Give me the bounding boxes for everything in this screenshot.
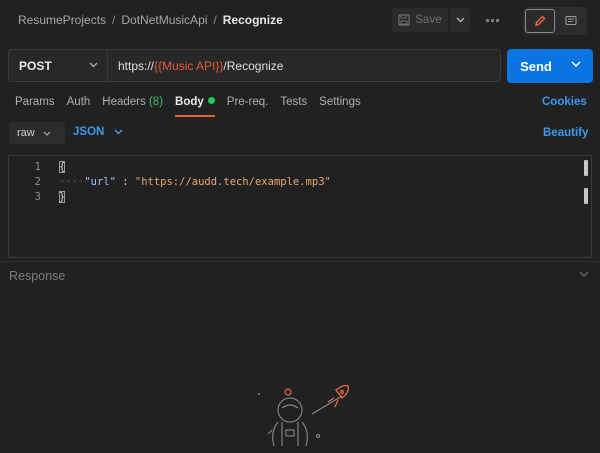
tab-label: Body [175,96,204,108]
request-title[interactable]: Recognize [223,13,283,27]
editor-line: 3 } [9,191,579,206]
line-number: 1 [34,161,41,173]
comment-icon [565,15,577,26]
url-prefix: https:// [118,58,155,73]
pencil-icon [535,15,546,26]
more-dots-icon [495,18,499,22]
breadcrumb-separator: / [213,13,217,27]
url-variable: {{Music API}} [154,58,224,73]
save-options-button[interactable] [450,8,470,32]
line-number: 3 [34,191,41,203]
more-actions-button[interactable] [482,10,502,30]
mode-toggle [523,7,587,35]
json-value: "https://audd.tech/example.mp3" [134,176,331,188]
chevron-down-icon[interactable] [579,271,589,278]
breadcrumb-collection[interactable]: DotNetMusicApi [121,13,207,27]
json-separator: : [115,176,135,188]
body-editor[interactable]: 1 { 2 ····"url" : "https://audd.tech/exa… [8,155,592,258]
body-status-dot [207,97,215,104]
url-input[interactable]: https://{{Music API}}/Recognize [107,49,501,82]
tab-label: Params [15,96,55,108]
chevron-down-icon[interactable] [571,61,581,68]
save-group: Save [392,8,470,32]
save-label: Save [415,14,442,26]
more-dots-icon [485,18,489,22]
chevron-down-icon [114,129,123,135]
editor-scrollbar[interactable] [584,160,588,205]
breadcrumb: ResumeProjects / DotNetMusicApi / Recogn… [18,13,283,27]
method-value: POST [19,58,52,73]
send-label: Send [520,58,552,74]
tab-pre-request[interactable]: Pre-req. [227,96,269,117]
tab-label: Auth [66,96,91,108]
method-select[interactable]: POST [8,49,108,82]
scrollbar-thumb[interactable] [584,160,588,176]
comment-mode-button[interactable] [557,9,585,33]
more-dots-icon [490,18,494,22]
editor-line: 1 { [9,161,579,176]
response-divider[interactable] [0,261,600,262]
scrollbar-thumb[interactable] [584,188,588,204]
tab-auth[interactable]: Auth [67,96,91,117]
tab-label: Settings [319,96,361,108]
request-tabs: Params Auth Headers (8) Body Pre-req. Te… [15,96,373,117]
headers-count-badge: (8) [148,96,164,108]
language-value: JSON [73,126,105,138]
astronaut-illustration-icon [258,384,350,447]
response-title: Response [9,269,66,283]
breadcrumb-separator: / [112,13,116,27]
tab-label: Headers [102,96,146,108]
json-pair: ····"url" : "https://audd.tech/example.m… [59,176,331,188]
language-select[interactable]: JSON [73,126,123,138]
tab-tests[interactable]: Tests [280,96,307,117]
chevron-down-icon [43,131,51,136]
body-mode-value: raw [17,127,35,139]
tab-headers[interactable]: Headers (8) [102,96,163,117]
edit-mode-button[interactable] [525,9,555,33]
tab-label: Tests [280,96,308,108]
tab-settings[interactable]: Settings [319,96,361,117]
breadcrumb-workspace[interactable]: ResumeProjects [18,13,106,27]
json-brace: { [59,161,66,173]
beautify-link[interactable]: Beautify [543,127,588,139]
json-brace: } [59,191,66,203]
tab-body[interactable]: Body [175,96,215,117]
chevron-down-icon [89,62,98,68]
json-key: "url" [84,176,116,188]
line-number: 2 [34,176,41,188]
cookies-link[interactable]: Cookies [542,96,587,108]
url-suffix: /Recognize [223,58,284,73]
send-button[interactable]: Send [507,49,593,83]
chevron-down-icon [456,17,464,23]
tab-label: Pre-req. [226,96,269,108]
tab-params[interactable]: Params [15,96,55,117]
save-icon [398,14,410,26]
save-button[interactable]: Save [392,8,448,32]
body-mode-select[interactable]: raw [9,122,65,144]
editor-line: 2 ····"url" : "https://audd.tech/example… [9,176,579,191]
